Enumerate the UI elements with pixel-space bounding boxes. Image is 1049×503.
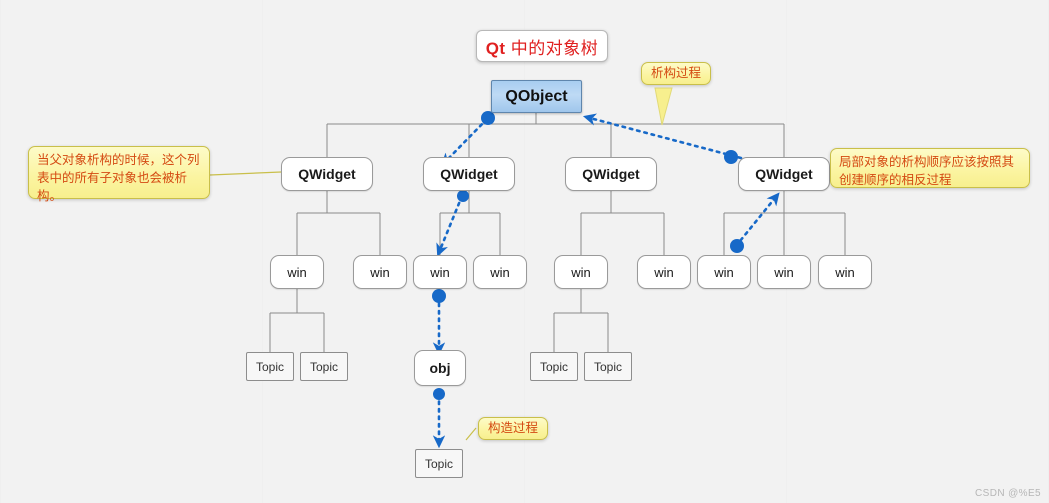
- node-win-8-label: win: [774, 264, 794, 280]
- node-topic-1[interactable]: Topic: [246, 352, 294, 381]
- diagram-canvas: Qt 中的对象树 QObject QWidget QWidget QWidget…: [0, 0, 1049, 503]
- node-win-7[interactable]: win: [697, 255, 751, 289]
- node-win-3-label: win: [430, 264, 450, 280]
- callout-right-text: 局部对象的析构顺序应该按照其创建顺序的相反过程: [839, 155, 1015, 187]
- node-win-3[interactable]: win: [413, 255, 467, 289]
- node-win-5[interactable]: win: [554, 255, 608, 289]
- node-qwidget-2-label: QWidget: [440, 166, 498, 182]
- node-win-2-label: win: [370, 264, 390, 280]
- node-qwidget-4[interactable]: QWidget: [738, 157, 830, 191]
- node-win-5-label: win: [571, 264, 591, 280]
- node-topic-3[interactable]: Topic: [530, 352, 578, 381]
- callout-left: 当父对象析构的时候，这个列表中的所有子对象也会被析构。: [28, 146, 210, 203]
- node-win-8[interactable]: win: [757, 255, 811, 289]
- watermark: CSDN @%E5: [975, 488, 1041, 499]
- node-win-9[interactable]: win: [818, 255, 872, 289]
- node-win-1[interactable]: win: [270, 255, 324, 289]
- callout-destruct: 析构过程: [641, 62, 711, 85]
- callout-destruct-text: 析构过程: [650, 66, 701, 80]
- node-obj[interactable]: obj: [414, 350, 466, 386]
- node-qwidget-2[interactable]: QWidget: [423, 157, 515, 191]
- node-qwidget-1[interactable]: QWidget: [281, 157, 373, 191]
- node-qwidget-1-label: QWidget: [298, 166, 356, 182]
- node-win-4[interactable]: win: [473, 255, 527, 289]
- node-win-1-label: win: [287, 264, 307, 280]
- node-obj-label: obj: [429, 360, 451, 376]
- node-qwidget-4-label: QWidget: [755, 166, 813, 182]
- node-topic-5-label: Topic: [424, 456, 453, 471]
- page-title-text: Qt 中的对象树: [486, 34, 599, 59]
- node-topic-2[interactable]: Topic: [300, 352, 348, 381]
- node-qobject[interactable]: QObject: [491, 80, 582, 113]
- callout-construct-text: 构造过程: [487, 421, 538, 435]
- node-win-4-label: win: [490, 264, 510, 280]
- title-rest: 中的对象树: [505, 38, 599, 58]
- callout-right: 局部对象的析构顺序应该按照其创建顺序的相反过程: [830, 148, 1030, 188]
- node-qwidget-3[interactable]: QWidget: [565, 157, 657, 191]
- node-topic-3-label: Topic: [539, 359, 568, 374]
- node-win-6-label: win: [654, 264, 674, 280]
- callout-construct: 构造过程: [478, 417, 548, 440]
- node-win-7-label: win: [714, 264, 734, 280]
- page-title: Qt 中的对象树: [476, 30, 608, 62]
- destruct-callout-tail: [654, 87, 673, 126]
- node-win-2[interactable]: win: [353, 255, 407, 289]
- title-prefix: Qt: [485, 38, 506, 58]
- node-qobject-label: QObject: [505, 87, 568, 105]
- node-qwidget-3-label: QWidget: [582, 166, 640, 182]
- node-topic-1-label: Topic: [255, 359, 284, 374]
- callout-left-text: 当父对象析构的时候，这个列表中的所有子对象也会被析构。: [37, 153, 200, 203]
- node-topic-4-label: Topic: [593, 359, 622, 374]
- node-topic-5[interactable]: Topic: [415, 449, 463, 478]
- node-topic-4[interactable]: Topic: [584, 352, 632, 381]
- node-topic-2-label: Topic: [309, 359, 338, 374]
- node-win-6[interactable]: win: [637, 255, 691, 289]
- node-win-9-label: win: [835, 264, 855, 280]
